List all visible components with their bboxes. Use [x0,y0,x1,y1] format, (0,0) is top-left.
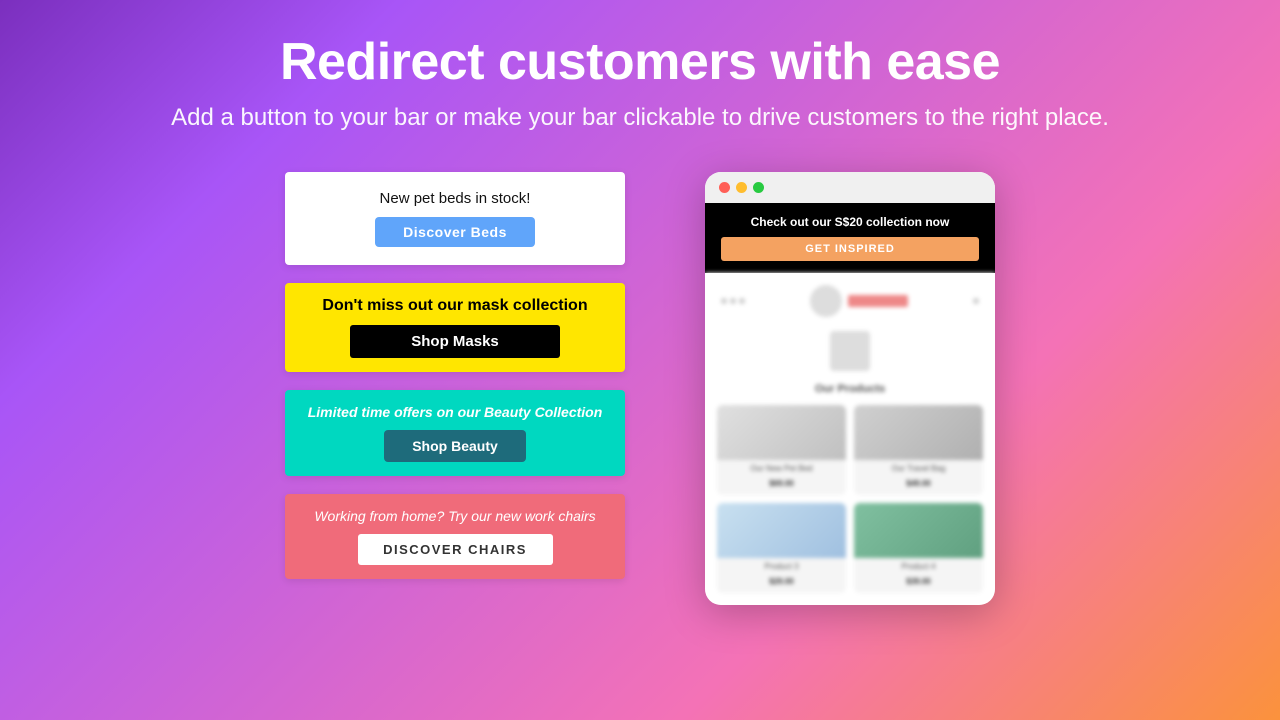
examples-column: New pet beds in stock! Discover Beds Don… [285,172,625,579]
example-bar-4: Working from home? Try our new work chai… [285,494,625,579]
bar-4-text: Working from home? Try our new work chai… [314,508,595,524]
bar-3-button[interactable]: Shop Beauty [384,430,526,462]
mockup-product-1: Our New Pet Bed $69.00 [717,405,846,495]
page-subtitle: Add a button to your bar or make your ba… [171,104,1109,132]
mockup-product-2: Our Travel Bag $49.00 [854,405,983,495]
mockup-notif-text: Check out our S$20 collection now [721,215,979,229]
product-2-info: Our Travel Bag $49.00 [854,460,983,495]
browser-mockup: Check out our S$20 collection now GET IN… [705,172,995,605]
mockup-site-content: Our Products Our New Pet Bed $69.00 Our … [705,273,995,605]
product-4-info: Product 4 $39.00 [854,558,983,593]
nav-dot-3 [739,298,745,304]
browser-chrome [705,172,995,203]
example-bar-3: Limited time offers on our Beauty Collec… [285,390,625,476]
mockup-products-grid: Our New Pet Bed $69.00 Our Travel Bag $4… [717,405,983,593]
product-2-img [854,405,983,460]
browser-dot-green [753,182,764,193]
mockup-logo [810,285,908,317]
mockup-product-box [830,331,870,371]
nav-icon-1 [973,298,979,304]
mockup-notification-bar: Check out our S$20 collection now GET IN… [705,203,995,273]
product-1-img [717,405,846,460]
content-area: New pet beds in stock! Discover Beds Don… [0,152,1280,625]
bar-4-button[interactable]: DISCOVER CHAIRS [358,534,553,565]
product-3-info: Product 3 $29.00 [717,558,846,593]
browser-dot-red [719,182,730,193]
mockup-product-3: Product 3 $29.00 [717,503,846,593]
bar-2-button[interactable]: Shop Masks [350,325,560,358]
product-4-img [854,503,983,558]
bar-2-text: Don't miss out our mask collection [322,297,587,315]
page-header: Redirect customers with ease Add a butto… [131,0,1149,152]
mockup-product-4: Product 4 $39.00 [854,503,983,593]
product-4-name: Product 4 [860,562,977,571]
example-bar-2: Don't miss out our mask collection Shop … [285,283,625,372]
mockup-nav-dots [721,298,745,304]
product-1-name: Our New Pet Bed [723,464,840,473]
product-1-info: Our New Pet Bed $69.00 [717,460,846,495]
bar-1-text: New pet beds in stock! [380,190,531,207]
product-1-price: $69.00 [769,479,793,488]
bar-3-text: Limited time offers on our Beauty Collec… [308,404,603,420]
nav-dot-1 [721,298,727,304]
logo-text-bar [848,295,908,307]
product-3-img [717,503,846,558]
bar-1-button[interactable]: Discover Beds [375,217,535,247]
mockup-nav-icons [973,298,979,304]
nav-dot-2 [730,298,736,304]
mockup-nav [717,285,983,317]
mockup-notif-button[interactable]: GET INSPIRED [721,237,979,261]
browser-dot-yellow [736,182,747,193]
product-2-price: $49.00 [906,479,930,488]
page-title: Redirect customers with ease [171,32,1109,92]
product-3-price: $29.00 [769,577,793,586]
product-4-price: $39.00 [906,577,930,586]
product-3-name: Product 3 [723,562,840,571]
mockup-products-title: Our Products [717,383,983,395]
logo-circle [810,285,842,317]
example-bar-1: New pet beds in stock! Discover Beds [285,172,625,265]
product-2-name: Our Travel Bag [860,464,977,473]
